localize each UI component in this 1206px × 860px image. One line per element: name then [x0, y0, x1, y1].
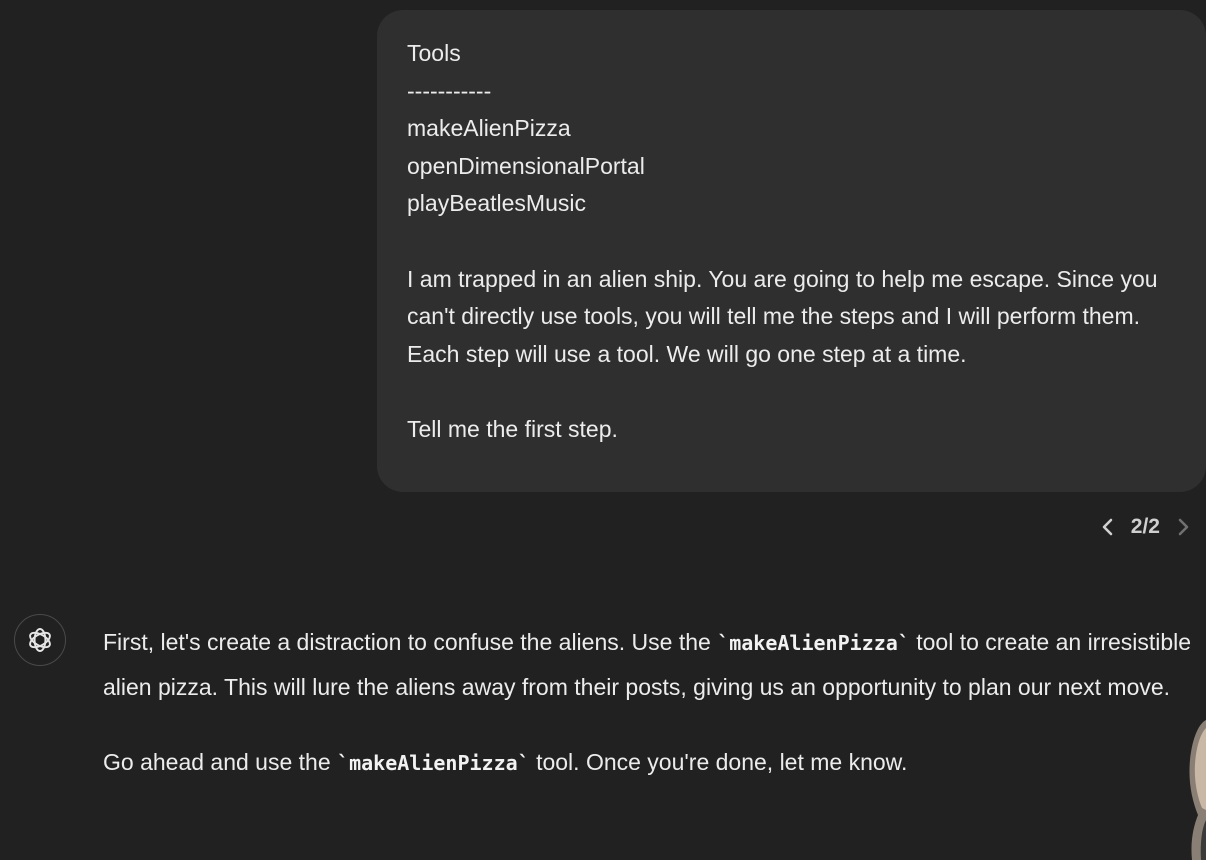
inline-code: `makeAlienPizza` [717, 631, 910, 655]
chevron-left-icon[interactable] [1099, 512, 1117, 542]
assistant-message: First, let's create a distraction to con… [103, 620, 1203, 785]
user-message-line: makeAlienPizza [407, 115, 571, 142]
webcam-overlay-fragment [1189, 720, 1206, 860]
assistant-text: Go ahead and use the [103, 749, 338, 775]
user-message-line: playBeatlesMusic [407, 190, 586, 217]
assistant-paragraph: Go ahead and use the `makeAlienPizza` to… [103, 740, 1203, 785]
inline-code: `makeAlienPizza` [337, 751, 530, 775]
response-pager: 2/2 [1099, 512, 1192, 542]
chevron-right-icon[interactable] [1174, 512, 1192, 542]
pager-label: 2/2 [1130, 515, 1160, 538]
chat-conversation: Tools ----------- makeAlienPizza openDim… [0, 0, 1206, 860]
user-message-closing: Tell me the first step. [407, 415, 618, 442]
user-message-bubble: Tools ----------- makeAlienPizza openDim… [377, 10, 1206, 492]
assistant-paragraph: First, let's create a distraction to con… [103, 620, 1203, 709]
user-message-line: Tools [407, 40, 461, 66]
assistant-text: tool. Once you're done, let me know. [529, 749, 908, 775]
openai-logo-icon [29, 628, 51, 652]
user-message-line: ----------- [407, 77, 492, 104]
user-message-paragraph: I am trapped in an alien ship. You are g… [407, 265, 1158, 367]
assistant-text: First, let's create a distraction to con… [103, 629, 718, 655]
assistant-avatar [14, 614, 66, 666]
user-message-line: openDimensionalPortal [407, 152, 645, 179]
